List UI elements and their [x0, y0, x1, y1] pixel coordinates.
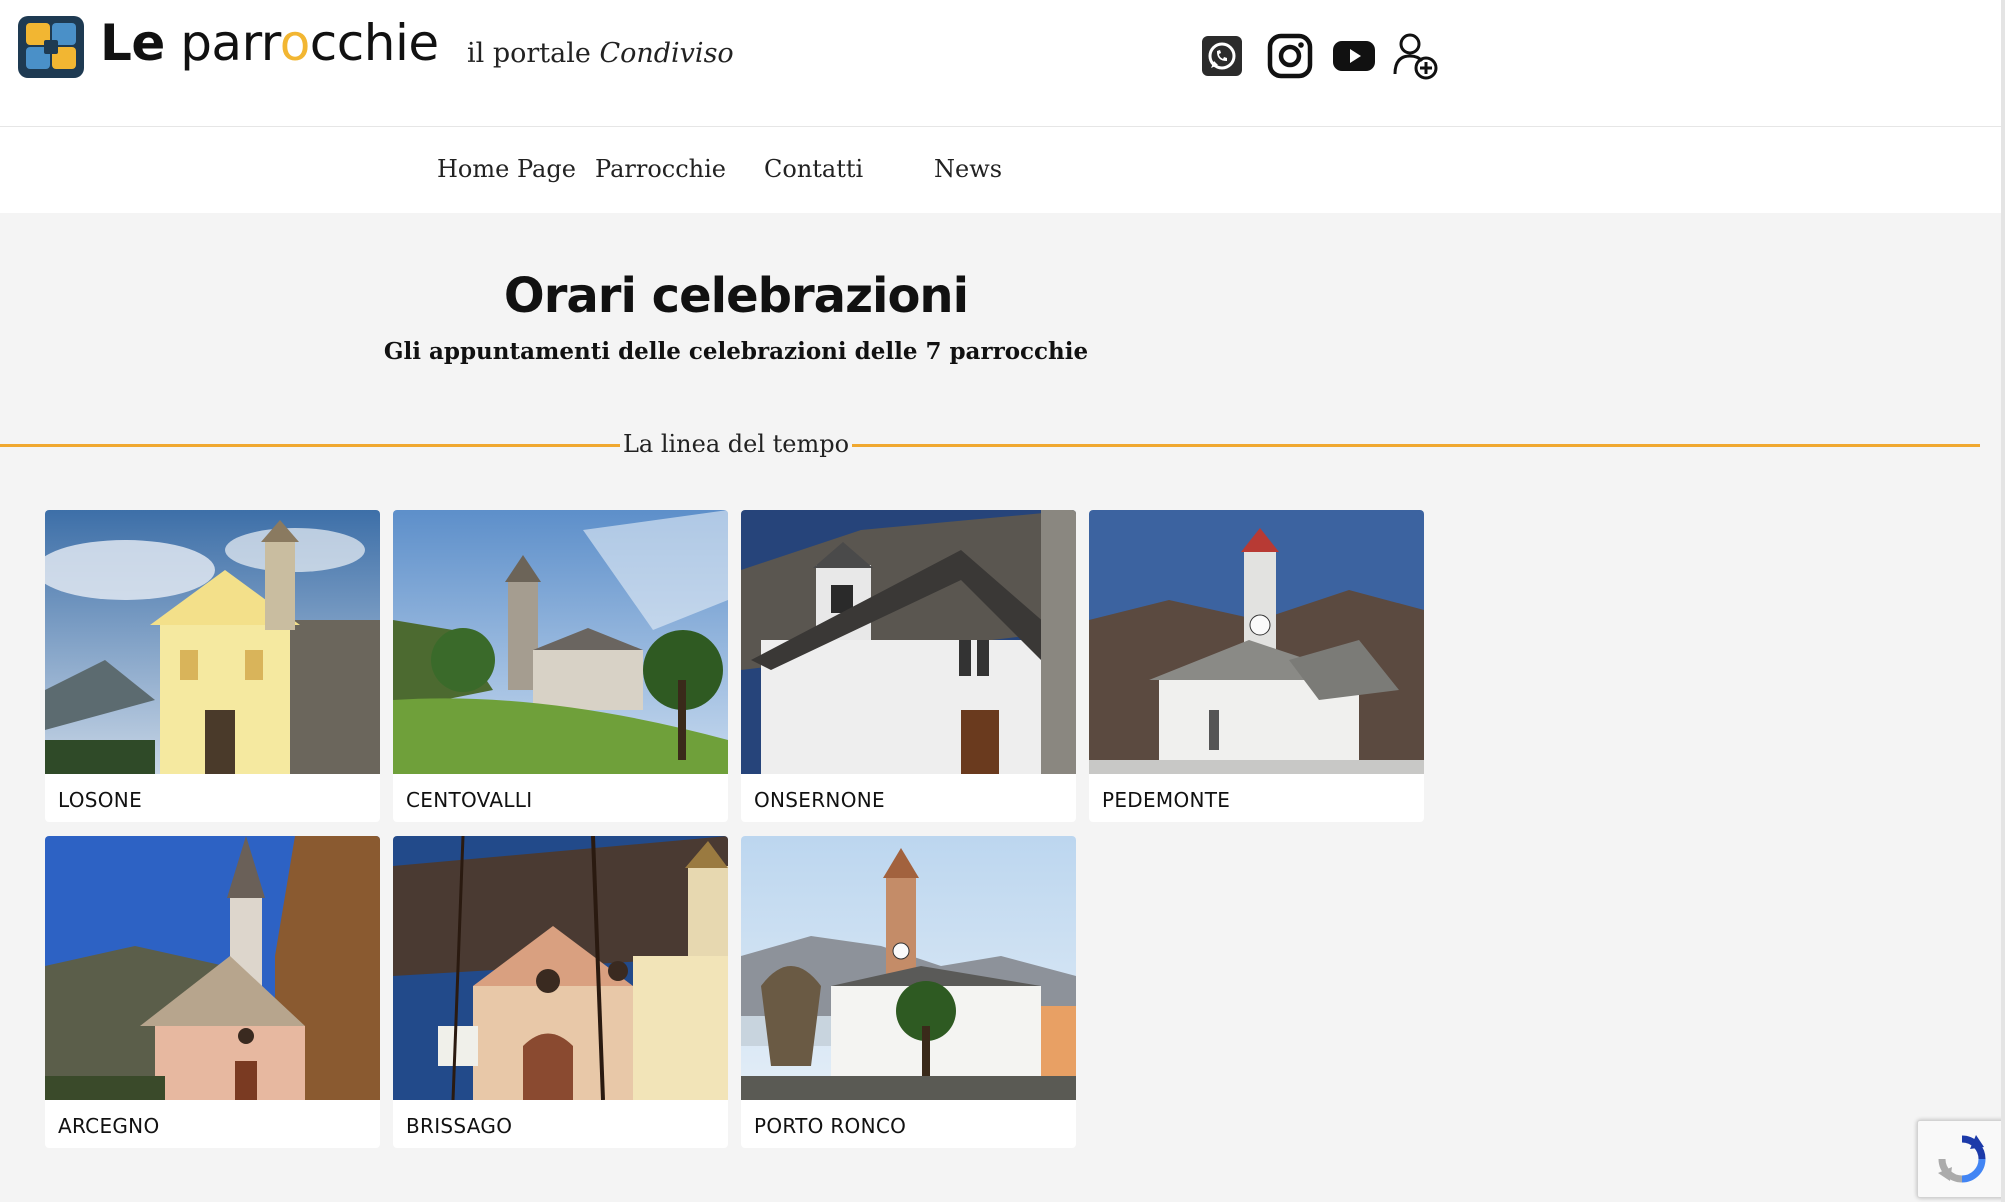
parish-name: CENTOVALLI: [406, 788, 533, 812]
nav-contatti[interactable]: Contatti: [764, 155, 863, 183]
parish-card-brissago[interactable]: BRISSAGO: [393, 836, 728, 1148]
nav-parrocchie[interactable]: Parrocchie: [595, 155, 726, 183]
parish-card-onsernone[interactable]: ONSERNONE: [741, 510, 1076, 822]
divider-line-left: [0, 444, 620, 447]
parish-card-centovalli[interactable]: CENTOVALLI: [393, 510, 728, 822]
parish-card-arcegno[interactable]: ARCEGNO: [45, 836, 380, 1148]
church-photo: [393, 510, 728, 774]
divider-line-right: [852, 444, 1980, 447]
main-nav: Home Page Parrocchie Contatti News: [0, 127, 2005, 213]
whatsapp-icon[interactable]: [1200, 30, 1244, 82]
parish-card-losone[interactable]: LOSONE: [45, 510, 380, 822]
church-photo: [741, 836, 1076, 1100]
logo-le: Le: [100, 14, 165, 72]
parish-name: BRISSAGO: [406, 1114, 513, 1138]
page-title: Orari celebrazioni: [503, 268, 969, 324]
church-photo: [1089, 510, 1424, 774]
divider-label: La linea del tempo: [622, 430, 850, 458]
nav-news[interactable]: News: [934, 155, 1002, 183]
parish-card-porto-ronco[interactable]: PORTO RONCO: [741, 836, 1076, 1148]
youtube-icon[interactable]: [1332, 30, 1376, 82]
logo-part1: parr: [180, 14, 280, 72]
church-photo: [741, 510, 1076, 774]
church-photo: [393, 836, 728, 1100]
parish-name: LOSONE: [58, 788, 143, 812]
logo-o: o: [279, 14, 311, 72]
tagline-prefix: il portale: [467, 38, 600, 69]
user-add-icon[interactable]: [1392, 30, 1440, 82]
church-photo: [45, 510, 380, 774]
recaptcha-icon: [1938, 1135, 1986, 1183]
instagram-icon[interactable]: [1266, 30, 1314, 82]
nav-home[interactable]: Home Page: [437, 155, 576, 183]
parish-name: PORTO RONCO: [754, 1114, 907, 1138]
parish-name: ONSERNONE: [754, 788, 885, 812]
scrollbar[interactable]: [2001, 0, 2005, 1202]
tagline-emphasis: Condiviso: [599, 38, 734, 69]
parish-name: ARCEGNO: [58, 1114, 160, 1138]
parish-card-pedemonte[interactable]: PEDEMONTE: [1089, 510, 1424, 822]
site-tagline: il portale Condiviso: [467, 38, 734, 69]
site-logo[interactable]: Le parrocchie: [100, 14, 439, 72]
logo-icon[interactable]: [18, 16, 84, 78]
site-header: Le parrocchie il portale Condiviso: [0, 0, 2005, 127]
recaptcha-badge[interactable]: [1917, 1120, 2005, 1198]
parish-name: PEDEMONTE: [1102, 788, 1231, 812]
church-photo: [45, 836, 380, 1100]
page-subtitle: Gli appuntamenti delle celebrazioni dell…: [383, 338, 1089, 365]
logo-part2: cchie: [309, 14, 439, 72]
